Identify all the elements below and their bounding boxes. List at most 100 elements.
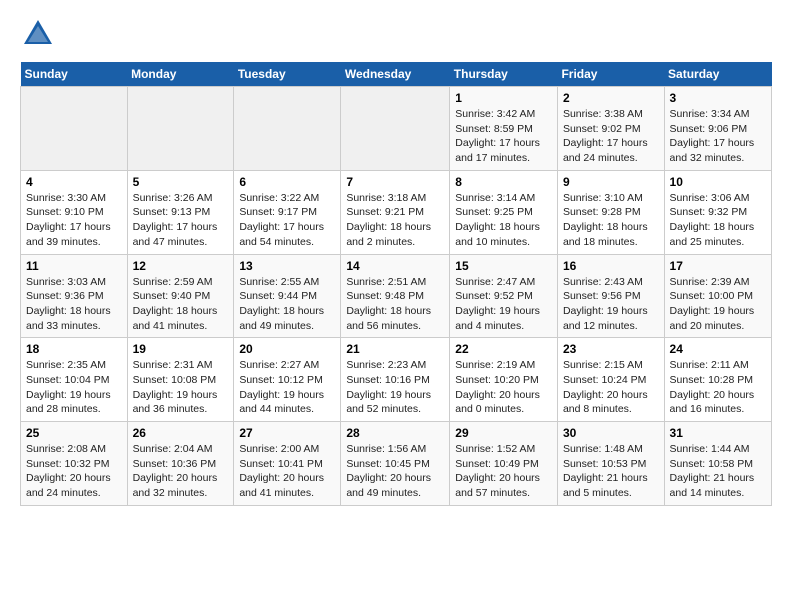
- day-number: 30: [563, 426, 659, 440]
- week-row-4: 18 Sunrise: 2:35 AM Sunset: 10:04 PM Dayl…: [21, 338, 772, 422]
- day-info: Sunrise: 3:38 AM Sunset: 9:02 PM Dayligh…: [563, 107, 659, 166]
- weekday-header-row: SundayMondayTuesdayWednesdayThursdayFrid…: [21, 62, 772, 87]
- calendar-cell: 27 Sunrise: 2:00 AM Sunset: 10:41 PM Dayl…: [234, 422, 341, 506]
- day-number: 5: [133, 175, 229, 189]
- day-info: Sunrise: 2:00 AM Sunset: 10:41 PM Daylig…: [239, 442, 335, 501]
- day-number: 24: [670, 342, 766, 356]
- day-number: 26: [133, 426, 229, 440]
- day-number: 4: [26, 175, 122, 189]
- week-row-3: 11 Sunrise: 3:03 AM Sunset: 9:36 PM Dayli…: [21, 254, 772, 338]
- calendar-cell: 25Sunrise: 2:08 AM Sunset: 10:32 PM Dayl…: [21, 422, 128, 506]
- day-number: 29: [455, 426, 552, 440]
- weekday-thursday: Thursday: [450, 62, 558, 87]
- calendar-cell: 13 Sunrise: 2:55 AM Sunset: 9:44 PM Dayli…: [234, 254, 341, 338]
- logo-icon: [20, 16, 56, 52]
- day-number: 27: [239, 426, 335, 440]
- day-info: Sunrise: 1:48 AM Sunset: 10:53 PM Daylig…: [563, 442, 659, 501]
- calendar-cell: [21, 87, 128, 171]
- calendar-table: SundayMondayTuesdayWednesdayThursdayFrid…: [20, 62, 772, 506]
- day-info: Sunrise: 2:43 AM Sunset: 9:56 PM Dayligh…: [563, 275, 659, 334]
- day-number: 19: [133, 342, 229, 356]
- calendar-cell: 24 Sunrise: 2:11 AM Sunset: 10:28 PM Dayl…: [664, 338, 771, 422]
- day-number: 18: [26, 342, 122, 356]
- day-number: 2: [563, 91, 659, 105]
- calendar-cell: 11 Sunrise: 3:03 AM Sunset: 9:36 PM Dayli…: [21, 254, 128, 338]
- day-info: Sunrise: 3:22 AM Sunset: 9:17 PM Dayligh…: [239, 191, 335, 250]
- day-info: Sunrise: 2:59 AM Sunset: 9:40 PM Dayligh…: [133, 275, 229, 334]
- day-number: 6: [239, 175, 335, 189]
- day-info: Sunrise: 3:03 AM Sunset: 9:36 PM Dayligh…: [26, 275, 122, 334]
- calendar-cell: 12 Sunrise: 2:59 AM Sunset: 9:40 PM Dayli…: [127, 254, 234, 338]
- calendar-cell: 1 Sunrise: 3:42 AM Sunset: 8:59 PM Daylig…: [450, 87, 558, 171]
- day-number: 11: [26, 259, 122, 273]
- week-row-2: 4Sunrise: 3:30 AM Sunset: 9:10 PM Daylig…: [21, 170, 772, 254]
- weekday-tuesday: Tuesday: [234, 62, 341, 87]
- calendar-cell: 18 Sunrise: 2:35 AM Sunset: 10:04 PM Dayl…: [21, 338, 128, 422]
- day-number: 9: [563, 175, 659, 189]
- day-info: Sunrise: 3:18 AM Sunset: 9:21 PM Dayligh…: [346, 191, 444, 250]
- calendar-cell: 16Sunrise: 2:43 AM Sunset: 9:56 PM Dayli…: [557, 254, 664, 338]
- day-info: Sunrise: 2:39 AM Sunset: 10:00 PM Daylig…: [670, 275, 766, 334]
- calendar-cell: 2 Sunrise: 3:38 AM Sunset: 9:02 PM Daylig…: [557, 87, 664, 171]
- day-number: 25: [26, 426, 122, 440]
- page-header: [20, 16, 772, 52]
- calendar-cell: 10Sunrise: 3:06 AM Sunset: 9:32 PM Dayli…: [664, 170, 771, 254]
- day-info: Sunrise: 3:06 AM Sunset: 9:32 PM Dayligh…: [670, 191, 766, 250]
- day-info: Sunrise: 2:23 AM Sunset: 10:16 PM Daylig…: [346, 358, 444, 417]
- day-info: Sunrise: 2:15 AM Sunset: 10:24 PM Daylig…: [563, 358, 659, 417]
- calendar-cell: [341, 87, 450, 171]
- day-info: Sunrise: 2:31 AM Sunset: 10:08 PM Daylig…: [133, 358, 229, 417]
- calendar-cell: 19 Sunrise: 2:31 AM Sunset: 10:08 PM Dayl…: [127, 338, 234, 422]
- calendar-cell: 8Sunrise: 3:14 AM Sunset: 9:25 PM Daylig…: [450, 170, 558, 254]
- day-info: Sunrise: 2:04 AM Sunset: 10:36 PM Daylig…: [133, 442, 229, 501]
- calendar-cell: 15Sunrise: 2:47 AM Sunset: 9:52 PM Dayli…: [450, 254, 558, 338]
- calendar-cell: 17Sunrise: 2:39 AM Sunset: 10:00 PM Dayl…: [664, 254, 771, 338]
- day-number: 3: [670, 91, 766, 105]
- calendar-header: SundayMondayTuesdayWednesdayThursdayFrid…: [21, 62, 772, 87]
- calendar-cell: 9 Sunrise: 3:10 AM Sunset: 9:28 PM Daylig…: [557, 170, 664, 254]
- day-number: 20: [239, 342, 335, 356]
- week-row-1: 1 Sunrise: 3:42 AM Sunset: 8:59 PM Daylig…: [21, 87, 772, 171]
- calendar-cell: 30 Sunrise: 1:48 AM Sunset: 10:53 PM Dayl…: [557, 422, 664, 506]
- calendar-cell: 23 Sunrise: 2:15 AM Sunset: 10:24 PM Dayl…: [557, 338, 664, 422]
- day-info: Sunrise: 2:35 AM Sunset: 10:04 PM Daylig…: [26, 358, 122, 417]
- day-number: 13: [239, 259, 335, 273]
- day-number: 23: [563, 342, 659, 356]
- day-info: Sunrise: 3:10 AM Sunset: 9:28 PM Dayligh…: [563, 191, 659, 250]
- day-number: 14: [346, 259, 444, 273]
- calendar-cell: 29 Sunrise: 1:52 AM Sunset: 10:49 PM Dayl…: [450, 422, 558, 506]
- weekday-monday: Monday: [127, 62, 234, 87]
- calendar-cell: 4Sunrise: 3:30 AM Sunset: 9:10 PM Daylig…: [21, 170, 128, 254]
- weekday-saturday: Saturday: [664, 62, 771, 87]
- weekday-friday: Friday: [557, 62, 664, 87]
- calendar-cell: 22Sunrise: 2:19 AM Sunset: 10:20 PM Dayl…: [450, 338, 558, 422]
- day-number: 22: [455, 342, 552, 356]
- calendar-cell: 6 Sunrise: 3:22 AM Sunset: 9:17 PM Daylig…: [234, 170, 341, 254]
- day-number: 7: [346, 175, 444, 189]
- calendar-cell: [234, 87, 341, 171]
- calendar-body: 1 Sunrise: 3:42 AM Sunset: 8:59 PM Daylig…: [21, 87, 772, 506]
- day-info: Sunrise: 2:47 AM Sunset: 9:52 PM Dayligh…: [455, 275, 552, 334]
- day-number: 28: [346, 426, 444, 440]
- day-info: Sunrise: 1:56 AM Sunset: 10:45 PM Daylig…: [346, 442, 444, 501]
- calendar-cell: 26 Sunrise: 2:04 AM Sunset: 10:36 PM Dayl…: [127, 422, 234, 506]
- calendar-cell: 31 Sunrise: 1:44 AM Sunset: 10:58 PM Dayl…: [664, 422, 771, 506]
- day-info: Sunrise: 2:55 AM Sunset: 9:44 PM Dayligh…: [239, 275, 335, 334]
- day-info: Sunrise: 1:44 AM Sunset: 10:58 PM Daylig…: [670, 442, 766, 501]
- day-info: Sunrise: 2:27 AM Sunset: 10:12 PM Daylig…: [239, 358, 335, 417]
- weekday-wednesday: Wednesday: [341, 62, 450, 87]
- day-number: 12: [133, 259, 229, 273]
- day-number: 31: [670, 426, 766, 440]
- calendar-cell: [127, 87, 234, 171]
- day-info: Sunrise: 1:52 AM Sunset: 10:49 PM Daylig…: [455, 442, 552, 501]
- weekday-sunday: Sunday: [21, 62, 128, 87]
- calendar-cell: 21Sunrise: 2:23 AM Sunset: 10:16 PM Dayl…: [341, 338, 450, 422]
- calendar-cell: 3Sunrise: 3:34 AM Sunset: 9:06 PM Daylig…: [664, 87, 771, 171]
- day-info: Sunrise: 3:42 AM Sunset: 8:59 PM Dayligh…: [455, 107, 552, 166]
- day-info: Sunrise: 3:26 AM Sunset: 9:13 PM Dayligh…: [133, 191, 229, 250]
- day-info: Sunrise: 2:11 AM Sunset: 10:28 PM Daylig…: [670, 358, 766, 417]
- week-row-5: 25Sunrise: 2:08 AM Sunset: 10:32 PM Dayl…: [21, 422, 772, 506]
- day-info: Sunrise: 2:51 AM Sunset: 9:48 PM Dayligh…: [346, 275, 444, 334]
- calendar-cell: 14 Sunrise: 2:51 AM Sunset: 9:48 PM Dayli…: [341, 254, 450, 338]
- day-number: 1: [455, 91, 552, 105]
